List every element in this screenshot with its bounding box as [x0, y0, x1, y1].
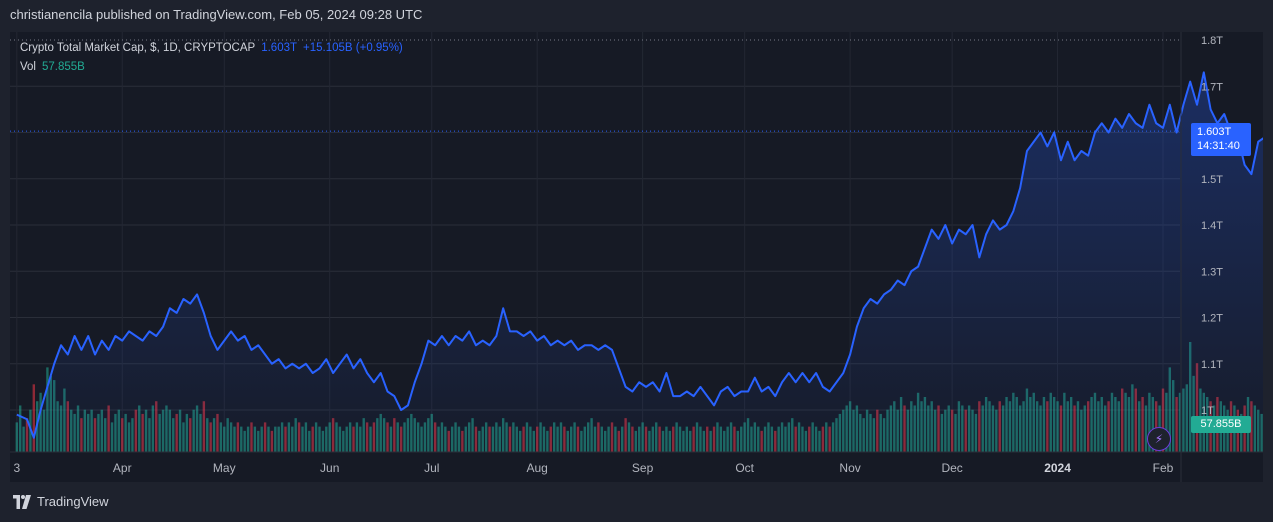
price-tick-label: 1.8T: [1201, 35, 1223, 47]
time-tick-label: Dec: [941, 461, 962, 475]
time-tick-label: Sep: [632, 461, 654, 475]
current-volume-badge: 57.855B: [1191, 416, 1251, 433]
time-tick-label: Aug: [527, 461, 548, 475]
current-price-badge: 1.603T 14:31:40: [1191, 123, 1251, 156]
price-area-fill: [16, 72, 1263, 452]
volume-label[interactable]: Vol: [20, 61, 36, 73]
lightning-icon[interactable]: ⚡: [1147, 427, 1171, 451]
chart-panel[interactable]: 1.8T1.7T1.6T1.5T1.4T1.3T1.2T1.1T1T 3AprM…: [10, 32, 1263, 482]
footer-branding: TradingView: [11, 494, 109, 509]
price-tick-label: 1.5T: [1201, 174, 1223, 186]
symbol-title[interactable]: Crypto Total Market Cap, $, 1D, CRYPTOCA…: [20, 42, 255, 54]
time-tick-label: Jul: [424, 461, 439, 475]
bar-countdown: 14:31:40: [1197, 140, 1240, 152]
time-tick-label: Nov: [839, 461, 860, 475]
price-tick-label: 1.3T: [1201, 266, 1223, 278]
chart-legend: Crypto Total Market Cap, $, 1D, CRYPTOCA…: [20, 39, 403, 77]
brand-name: TradingView: [37, 494, 109, 509]
price-chart[interactable]: 1.8T1.7T1.6T1.5T1.4T1.3T1.2T1.1T1T 3AprM…: [10, 32, 1263, 482]
time-tick-label: May: [213, 461, 236, 475]
current-price-value: 1.603T: [1197, 126, 1232, 138]
price-axis[interactable]: 1.8T1.7T1.6T1.5T1.4T1.3T1.2T1.1T1T: [1201, 35, 1223, 417]
time-tick-label: Oct: [735, 461, 754, 475]
price-tick-label: 1.4T: [1201, 220, 1223, 232]
time-tick-label: 3: [13, 461, 20, 475]
volume-value: 57.855B: [42, 61, 85, 73]
time-tick-label: 2024: [1044, 461, 1071, 475]
price-tick-label: 1.2T: [1201, 313, 1223, 325]
legend-price: 1.603T: [261, 42, 298, 54]
tradingview-logo-icon: [13, 494, 31, 509]
price-tick-label: 1.1T: [1201, 359, 1223, 371]
legend-change: +15.105B (+0.95%): [303, 42, 403, 54]
price-tick-label: 1.7T: [1201, 81, 1223, 93]
time-tick-label: Apr: [113, 461, 132, 475]
time-axis[interactable]: 3 Apr May Jun Jul Aug Sep Oct Nov Dec 2024 Feb: [13, 461, 1173, 475]
time-tick-label: Feb: [1153, 461, 1174, 475]
publisher-header: christianencila published on TradingView…: [10, 7, 423, 22]
time-tick-label: Jun: [320, 461, 339, 475]
